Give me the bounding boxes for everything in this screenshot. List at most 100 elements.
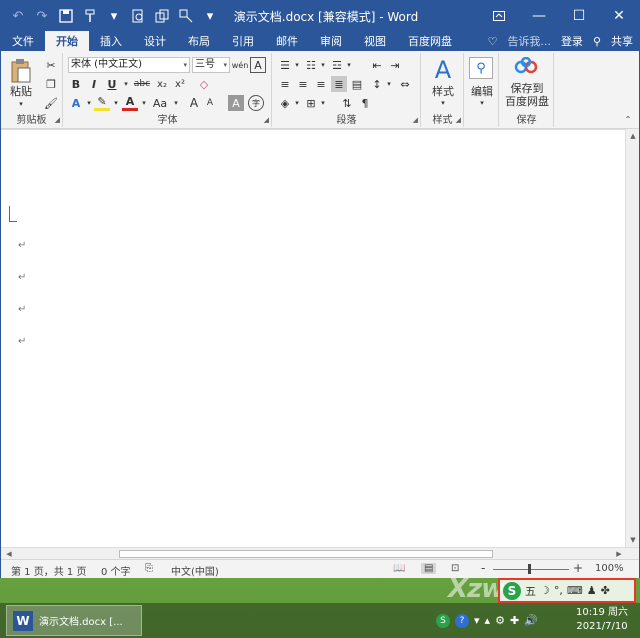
grow-font-button[interactable]: A	[186, 95, 202, 111]
proofing-icon[interactable]: ⎘	[145, 563, 153, 574]
punctuation-icon[interactable]: °,	[554, 584, 563, 597]
sogou-tray-icon[interactable]: S	[436, 613, 450, 628]
styles-button[interactable]: 样式	[424, 84, 462, 98]
decrease-indent-icon[interactable]: ⇤	[369, 57, 385, 73]
paste-dropdown-icon[interactable]: ▾	[10, 99, 32, 109]
enclose-characters-icon[interactable]: 字	[248, 95, 264, 111]
tab-mailings[interactable]: 邮件	[265, 31, 309, 51]
clock[interactable]: 10:19 周六 2021/7/10	[572, 606, 632, 634]
soft-keyboard-icon[interactable]: ⌨	[567, 584, 583, 597]
clipboard-launcher-icon[interactable]: ◢	[55, 116, 60, 124]
show-hidden-icon[interactable]: ▴	[485, 614, 491, 627]
copy-ribbon-icon[interactable]: ❐	[43, 76, 59, 92]
network-icon[interactable]: ⚙	[495, 614, 505, 627]
format-painter-qat-icon[interactable]	[79, 5, 101, 27]
taskbar-word-item[interactable]: W 演示文档.docx [...	[6, 605, 142, 636]
paste-button[interactable]: 粘贴	[5, 84, 37, 98]
editing-dropdown-icon[interactable]: ▾	[471, 98, 493, 108]
tab-home[interactable]: 开始	[45, 31, 89, 51]
tab-baidu-netdisk[interactable]: 百度网盘	[397, 31, 463, 51]
zoom-out-button[interactable]: -	[481, 561, 485, 575]
find-icon[interactable]: ⚲	[469, 57, 493, 79]
zoom-slider-thumb[interactable]	[528, 564, 531, 574]
zoom-slider[interactable]	[493, 569, 569, 570]
change-case-button[interactable]: Aa	[150, 95, 170, 111]
zoom-in-button[interactable]: +	[573, 561, 583, 575]
editing-button[interactable]: 编辑	[466, 84, 498, 98]
sogou-logo-icon[interactable]: S	[503, 581, 521, 600]
font-launcher-icon[interactable]: ◢	[264, 116, 269, 124]
save-to-baidu-line2[interactable]: 百度网盘	[500, 94, 554, 108]
collapse-ribbon-icon[interactable]: ⌃	[621, 113, 635, 125]
borders-dropdown-icon[interactable]: ▾	[315, 95, 331, 111]
distributed-icon[interactable]: ▤	[349, 76, 365, 92]
tell-me-input[interactable]: 告诉我...	[507, 33, 551, 49]
italic-button[interactable]: I	[86, 76, 102, 92]
shrink-font-button[interactable]: A	[202, 95, 218, 111]
horizontal-scrollbar[interactable]: ◀ ▶	[1, 547, 639, 559]
word-count[interactable]: 0 个字	[101, 563, 131, 578]
vertical-scrollbar[interactable]: ▲ ▼	[625, 129, 639, 547]
bold-button[interactable]: B	[68, 76, 84, 92]
increase-indent-icon[interactable]: ⇥	[387, 57, 403, 73]
align-left-icon[interactable]: ≡	[277, 76, 293, 92]
line-spacing-dropdown-icon[interactable]: ▾	[381, 76, 397, 92]
show-marks-icon[interactable]: ¶	[357, 95, 373, 111]
align-right-icon[interactable]: ≡	[313, 76, 329, 92]
zoom-level[interactable]: 100%	[595, 563, 624, 574]
styles-launcher-icon[interactable]: ◢	[456, 116, 461, 124]
ime-mode[interactable]: 五	[525, 583, 536, 599]
character-border-icon[interactable]: A	[250, 57, 266, 73]
login-button[interactable]: 登录	[561, 33, 583, 49]
tab-layout[interactable]: 布局	[177, 31, 221, 51]
volume-icon[interactable]: 🔊	[524, 614, 538, 627]
copy-icon[interactable]	[151, 5, 173, 27]
scroll-up-icon[interactable]: ▲	[626, 129, 640, 143]
scroll-down-icon[interactable]: ▼	[626, 533, 640, 547]
halfwidth-icon[interactable]: ☽	[540, 584, 550, 597]
security-icon[interactable]: ✚	[510, 614, 519, 627]
multilevel-dropdown-icon[interactable]: ▾	[341, 57, 357, 73]
toolbox-icon[interactable]: ✤	[601, 584, 610, 597]
styles-dropdown-icon[interactable]: ▾	[432, 98, 454, 108]
print-preview-icon[interactable]	[127, 5, 149, 27]
cut-icon[interactable]: ✂	[43, 57, 59, 73]
language-status[interactable]: 中文(中国)	[171, 563, 219, 578]
tab-insert[interactable]: 插入	[89, 31, 133, 51]
tray-more-icon[interactable]: ▾	[474, 614, 480, 627]
web-layout-icon[interactable]: ⊡	[451, 563, 459, 574]
ribbon-display-options-icon[interactable]	[479, 1, 519, 31]
format-painter-icon[interactable]: 🖌	[43, 95, 59, 111]
page-count[interactable]: 第 1 页，共 1 页	[11, 563, 86, 578]
tab-review[interactable]: 审阅	[309, 31, 353, 51]
paragraph-launcher-icon[interactable]: ◢	[413, 116, 418, 124]
chinese-layout-icon[interactable]: ⇔	[397, 76, 413, 92]
sort-icon[interactable]: ⇅	[339, 95, 355, 111]
font-name-combo[interactable]: 宋体 (中文正文) ▾	[68, 57, 190, 73]
superscript-button[interactable]: x²	[172, 76, 188, 92]
maximize-icon[interactable]: ☐	[559, 1, 599, 31]
share-button[interactable]: 共享	[611, 33, 633, 49]
clear-formatting-icon[interactable]: ◇	[196, 76, 212, 92]
align-center-icon[interactable]: ≡	[295, 76, 311, 92]
pinyin-guide-icon[interactable]: wén	[232, 57, 249, 73]
justify-icon[interactable]: ≣	[331, 76, 347, 92]
tab-references[interactable]: 引用	[221, 31, 265, 51]
strikethrough-button[interactable]: abc	[132, 76, 152, 92]
change-case-dropdown-icon[interactable]: ▾	[168, 95, 184, 111]
tab-design[interactable]: 设计	[133, 31, 177, 51]
baidu-cloud-icon[interactable]	[512, 55, 540, 79]
close-icon[interactable]: ✕	[599, 1, 639, 31]
tab-view[interactable]: 视图	[353, 31, 397, 51]
user-center-icon[interactable]: ♟	[587, 584, 597, 597]
more-icon[interactable]: ▾	[103, 5, 125, 27]
horizontal-scroll-thumb[interactable]	[119, 550, 493, 558]
styles-icon[interactable]: A	[426, 55, 460, 85]
tab-file[interactable]: 文件	[1, 31, 45, 51]
touch-mode-icon[interactable]	[175, 5, 197, 27]
help-tray-icon[interactable]: ?	[455, 613, 469, 628]
save-icon[interactable]	[55, 5, 77, 27]
redo-button[interactable]: ↷	[31, 5, 53, 27]
print-layout-icon[interactable]: ▤	[421, 563, 437, 574]
read-mode-icon[interactable]: 📖	[393, 563, 405, 574]
